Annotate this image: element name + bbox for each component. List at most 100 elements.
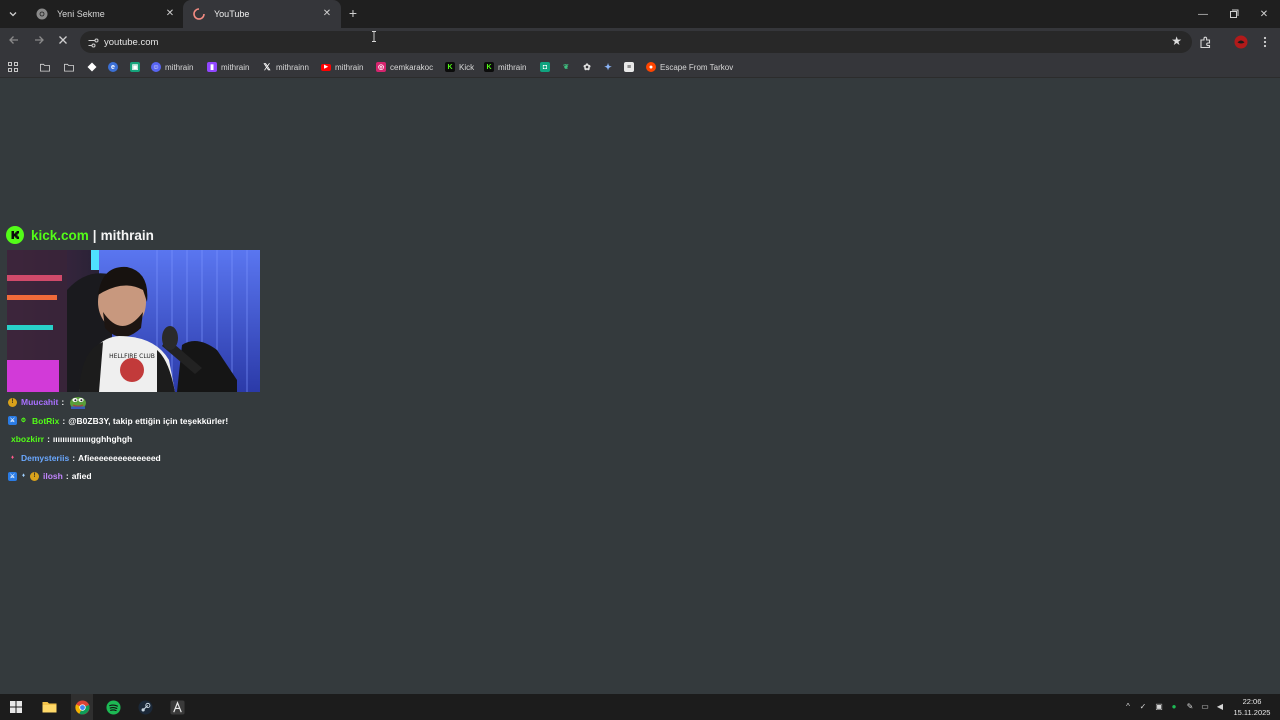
chat-colon: : (72, 452, 76, 463)
bookmark-youtube[interactable]: ▶ mithrain (321, 59, 363, 75)
back-arrow-icon[interactable] (6, 34, 22, 50)
bookmark-label: mithrainn (276, 62, 309, 72)
chat-colon: : (65, 471, 69, 482)
bookmark-label: Escape From Tarkov (660, 62, 734, 72)
gift-badge-icon: ♦ (10, 454, 15, 461)
tab-youtube[interactable]: YouTube ✕ (183, 0, 341, 28)
bookmark-reddit-tarkov[interactable]: ● Escape From Tarkov (646, 59, 733, 75)
file-explorer-icon[interactable] (40, 698, 58, 716)
bookmark-edge[interactable]: e (108, 59, 122, 75)
mod-badge-icon: ⚔ (8, 471, 17, 481)
bot-badge-icon: ⚙ (20, 418, 27, 425)
chat-text: Afieeeeeeeeeeeeeed (78, 452, 161, 463)
chat-colon: : (61, 397, 65, 408)
bookmark-book[interactable]: ≡ (624, 59, 638, 75)
kick-icon: K (445, 62, 455, 72)
bookmark-kick-mithrain[interactable]: K mithrain (484, 59, 526, 75)
sub-badge-icon: ! (30, 471, 39, 481)
tray-network-icon[interactable]: ▭ (1199, 699, 1211, 713)
profile-avatar[interactable] (1233, 34, 1249, 50)
tray-pen-icon[interactable]: ✎ (1184, 699, 1196, 713)
chat-username: xbozkirr (11, 434, 45, 445)
forward-arrow-icon[interactable] (31, 34, 47, 50)
bookmark-chat[interactable]: ◘ (540, 59, 554, 75)
spotify-icon[interactable] (104, 698, 122, 716)
bookmark-label: mithrain (335, 62, 364, 72)
close-window-icon[interactable]: ✕ (1248, 0, 1280, 28)
gemini-icon: ✦ (604, 61, 612, 72)
svg-text:HELLFIRE CLUB: HELLFIRE CLUB (109, 353, 155, 360)
apps-grid-icon (8, 62, 18, 72)
close-tab-icon[interactable]: ✕ (164, 8, 176, 20)
bookmark-diamond[interactable] (87, 59, 101, 75)
bookmark-label: mithrain (221, 62, 250, 72)
chat-colon: : (47, 434, 50, 445)
bookmark-twitch[interactable]: ▮ mithrain (207, 59, 249, 75)
page-content: kick.com | mithrain HELLFIRE CLUB ! Muuc… (0, 79, 1280, 694)
app-a-icon[interactable] (168, 698, 186, 716)
bookmark-kick[interactable]: K Kick (445, 59, 474, 75)
chrome-icon (36, 8, 48, 20)
apps-grid-bookmark[interactable] (8, 59, 22, 75)
bookmark-folder-2[interactable] (64, 59, 78, 75)
bookmark-gemini[interactable]: ✦ (603, 59, 617, 75)
bookmark-label: mithrain (498, 62, 527, 72)
bookmark-green[interactable]: ▣ (130, 59, 144, 75)
pepe-emote-icon (70, 397, 87, 410)
folder-icon (64, 62, 74, 72)
edge-icon: e (108, 62, 118, 72)
x-icon: 𝕏 (263, 61, 271, 72)
bookmark-label: mithrain (165, 62, 194, 72)
tab-title: Yeni Sekme (57, 9, 105, 19)
chat-message: ! Muucahit : (8, 393, 308, 412)
bookmark-leaf[interactable]: ❦ (561, 59, 575, 75)
bookmark-discord[interactable]: ☺ mithrain (151, 59, 193, 75)
kick-overlay-header: kick.com | mithrain (6, 225, 154, 245)
clock-date: 15.11.2025 (1233, 708, 1271, 717)
tray-app-icon[interactable]: ✓ (1137, 699, 1149, 713)
reddit-icon: ● (646, 62, 656, 72)
chat-message: ⚔ ⚙ BotRix : @B0ZB3Y, takip ettiğin için… (8, 412, 308, 431)
close-tab-icon[interactable]: ✕ (321, 8, 333, 20)
tray-chevron-icon[interactable]: ^ (1122, 699, 1134, 713)
toolbar: ★ (0, 28, 1280, 56)
chat-text: afied (71, 471, 92, 482)
mod-badge-icon: ⚔ (8, 416, 17, 426)
youtube-icon: ▶ (321, 63, 331, 71)
site-settings-icon[interactable] (87, 36, 99, 48)
chat-message: ⚔ ♦ ! ilosh : afied (8, 467, 308, 486)
bookmark-folder-1[interactable] (40, 59, 54, 75)
tab-new-tab[interactable]: Yeni Sekme ✕ (26, 0, 184, 28)
tray-volume-icon[interactable]: ◀ (1214, 699, 1226, 713)
steam-icon[interactable] (136, 698, 154, 716)
kick-channel-name: mithrain (100, 227, 154, 243)
chat-username: Muucahit (21, 397, 59, 408)
bookmark-openai[interactable]: ✿ (582, 59, 596, 75)
address-bar[interactable]: ★ (80, 31, 1192, 53)
instagram-icon: ◎ (376, 62, 386, 72)
clock-time: 22:06 (1242, 697, 1262, 706)
new-tab-plus-icon[interactable]: + (345, 5, 361, 21)
stop-loading-icon[interactable] (55, 34, 71, 50)
chrome-icon[interactable] (73, 698, 91, 716)
text-cursor-icon (372, 31, 376, 42)
bookmark-star-icon[interactable]: ★ (1171, 34, 1182, 48)
chat-text: @B0ZB3Y, takip ettiğin için teşekkürler! (68, 415, 229, 426)
leaf-icon: ❦ (563, 64, 569, 71)
bookmark-instagram[interactable]: ◎ cemkarakoc (376, 59, 433, 75)
tab-title: YouTube (214, 9, 250, 19)
chat-message: xbozkirr : ııııııııııııııııgghhghgh (8, 430, 308, 449)
menu-kebab-icon[interactable] (1257, 34, 1273, 50)
restore-icon[interactable] (1218, 0, 1250, 28)
extensions-puzzle-icon[interactable] (1197, 34, 1213, 50)
url-input[interactable] (104, 34, 1004, 50)
tray-spotify-icon[interactable]: ● (1168, 699, 1180, 713)
tray-nvidia-icon[interactable]: ▣ (1153, 699, 1165, 713)
system-clock[interactable]: 22:06 15.11.2025 (1228, 696, 1276, 718)
chat-message: ♦ Demysteriis : Afieeeeeeeeeeeeeed (8, 449, 308, 468)
minimize-icon[interactable]: — (1187, 0, 1219, 28)
bookmark-x[interactable]: 𝕏 mithrainn (262, 59, 309, 75)
windows-start-icon[interactable] (7, 698, 25, 716)
chat-text: ııııııııııııııııgghhghgh (52, 434, 133, 445)
tab-search-chevron-icon[interactable] (4, 5, 22, 23)
